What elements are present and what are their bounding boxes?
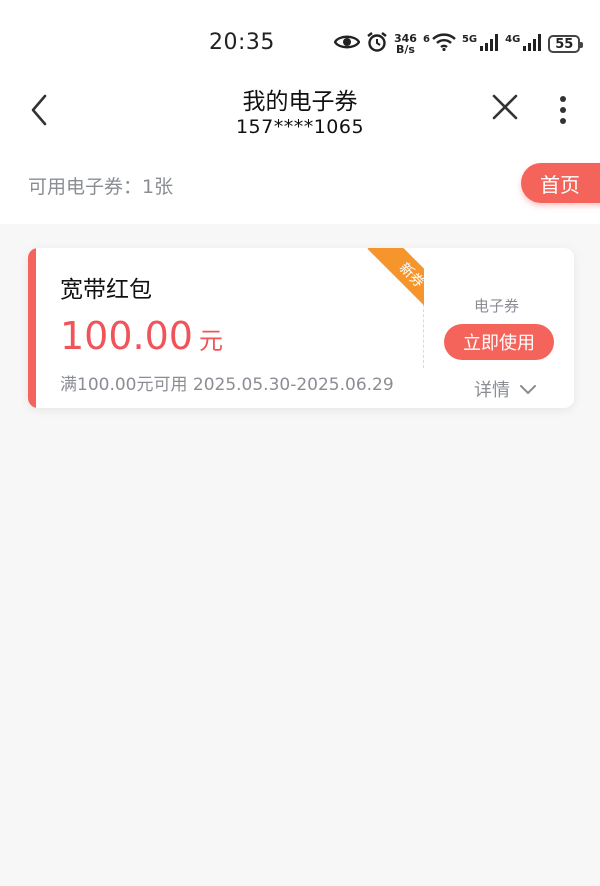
new-badge: 新券	[348, 248, 424, 308]
detail-toggle[interactable]: 详情	[474, 376, 536, 402]
network-speed: 346 B/s	[394, 32, 417, 56]
coupon-name: 宽带红包	[60, 277, 152, 303]
coupon-condition: 满100.00元可用 2025.05.30-2025.06.29	[60, 375, 394, 395]
detail-label: 详情	[474, 380, 510, 401]
wifi-label: 6	[422, 33, 430, 45]
eye-icon	[333, 33, 361, 55]
wifi-icon	[432, 33, 456, 55]
use-now-button[interactable]: 立即使用	[444, 324, 554, 360]
coupon-amount: 100.00 元	[60, 314, 223, 363]
card-accent-bar	[28, 248, 36, 408]
close-button[interactable]	[488, 92, 522, 126]
network-4g-label: 4G	[505, 33, 521, 45]
chevron-down-icon	[520, 379, 536, 400]
status-bar: 20:35 346 B/s 6 5G 4G 55	[0, 0, 600, 88]
more-vertical-icon	[559, 95, 567, 129]
signal-icon	[522, 33, 542, 55]
more-button[interactable]	[550, 92, 576, 132]
battery-icon: 55	[548, 35, 584, 53]
nav-bar: 我的电子券 157****1065	[0, 88, 600, 150]
header-area: 20:35 346 B/s 6 5G 4G 55 我的电子券 157****10…	[0, 0, 600, 224]
alarm-icon	[366, 31, 388, 57]
available-count: 可用电子券：1张	[28, 176, 174, 198]
status-time: 20:35	[209, 30, 275, 55]
coupon-amount-value: 100.00	[60, 314, 193, 358]
home-button[interactable]: 首页	[521, 163, 600, 203]
close-icon	[492, 94, 518, 124]
coupon-amount-unit: 元	[198, 327, 223, 355]
coupon-card: 宽带红包 100.00 元 满100.00元可用 2025.05.30-2025.…	[28, 248, 574, 408]
network-5g-label: 5G	[461, 33, 478, 45]
new-badge-label: 新券	[367, 248, 424, 308]
status-icons: 346 B/s 6 5G 4G 55	[333, 30, 584, 58]
coupon-type: 电子券	[474, 297, 520, 315]
signal-icon	[479, 33, 499, 55]
